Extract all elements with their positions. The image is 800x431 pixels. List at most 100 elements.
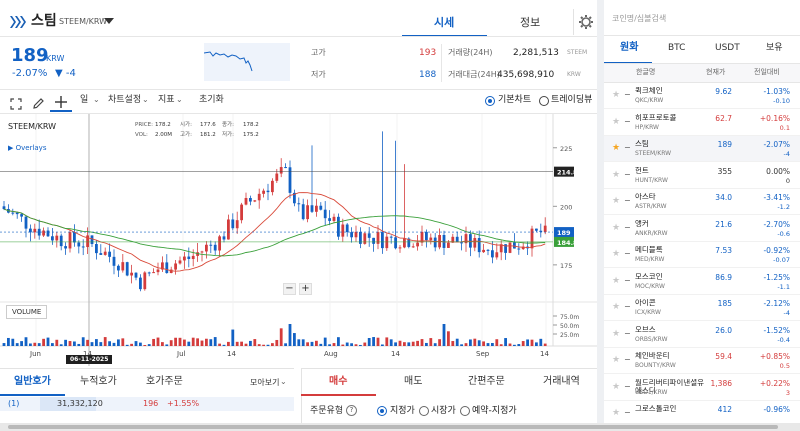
market-row[interactable]: ★ − 헌트 HUNT/KRW 355 0.00% 0 [604, 163, 800, 189]
chart-mini-icon[interactable]: − [624, 409, 631, 417]
volume-bar [266, 344, 270, 346]
tab-orderbook-order[interactable]: 호가주문 [146, 377, 183, 387]
volume-bar [81, 337, 85, 346]
fullscreen-icon[interactable] [10, 95, 22, 110]
crosshair-icon[interactable] [54, 94, 68, 108]
order-type-market-label[interactable]: 시장가 [431, 407, 456, 416]
coin-dropdown-icon[interactable] [104, 18, 114, 24]
scrollbar-thumb[interactable] [8, 425, 778, 429]
volume-bar [108, 341, 111, 346]
market-row[interactable]: ★ − 앵커 ANKR/KRW 21.6 -2.70% -0.6 [604, 216, 800, 242]
tradingview-radio[interactable] [539, 96, 549, 106]
chart-mini-icon[interactable]: − [624, 250, 631, 258]
horizontal-scrollbar[interactable] [0, 423, 800, 431]
order-type-reserve-radio[interactable] [460, 406, 470, 416]
chart-mini-icon[interactable]: − [624, 91, 631, 99]
market-row[interactable]: ★ − 월드리버티파이낸셜유에스디 USD1/KRW 1,386 +0.22% 3 [604, 375, 800, 401]
market-row[interactable]: ★ − 퀵크체인 QKC/KRW 9.62 -1.03% -0.10 [604, 83, 800, 109]
interval-select[interactable]: 일 [80, 96, 88, 105]
favorite-star-icon[interactable]: ★ [612, 117, 620, 127]
favorite-star-icon[interactable]: ★ [612, 409, 620, 418]
favorite-star-icon[interactable]: ★ [612, 170, 620, 180]
chart-mini-icon[interactable]: − [624, 329, 631, 338]
market-row[interactable]: ★ − 아스타 ASTR/KRW 34.0 -3.41% -1.2 [604, 189, 800, 215]
favorite-star-icon[interactable]: ★ [612, 250, 620, 259]
chart-mini-icon[interactable]: − [624, 117, 631, 126]
market-row[interactable]: ★ − 아이콘 ICX/KRW 185 -2.12% -4 [604, 295, 800, 321]
orderbook-view-chevron-down-icon[interactable]: ⌄ [280, 378, 287, 386]
chart-mini-icon[interactable]: − [624, 303, 631, 311]
chart-mini-icon[interactable]: − [624, 144, 631, 152]
favorite-star-icon[interactable]: ★ [612, 223, 620, 233]
market-row[interactable]: ★ − 메디블록 MED/KRW 7.53 -0.92% -0.07 [604, 242, 800, 268]
market-row[interactable]: ★ − 모스코인 MOC/KRW 86.9 -1.25% -1.1 [604, 269, 800, 295]
volume-bar [323, 337, 327, 346]
overlays-toggle[interactable]: ▶ Overlays [8, 145, 46, 152]
market-tab-krw[interactable]: 원화 [620, 43, 638, 53]
chart-mini-icon[interactable]: − [624, 382, 631, 391]
order-type-limit-label[interactable]: 지정가 [390, 407, 415, 416]
reset-button[interactable]: 초기화 [199, 96, 224, 105]
favorite-star-icon[interactable]: ★ [612, 356, 620, 365]
chart-mini-icon[interactable]: − [624, 276, 631, 285]
favorite-star-icon[interactable]: ★ [612, 91, 620, 100]
volume-bar [29, 343, 32, 346]
tab-simple-order[interactable]: 간편주문 [468, 377, 505, 387]
tab-orderbook-cumulative[interactable]: 누적호가 [80, 377, 117, 387]
chart-mini-icon[interactable]: − [624, 223, 631, 232]
indicators-button[interactable]: 지표 [158, 96, 175, 105]
market-tab-holdings[interactable]: 보유 [766, 44, 783, 53]
zoom-out-button[interactable]: − [283, 283, 296, 295]
column-name-header[interactable]: 한글명 [636, 69, 655, 76]
help-icon[interactable]: ? [346, 405, 357, 416]
basic-chart-label[interactable]: 기본차트 [498, 96, 531, 105]
market-tab-usdt[interactable]: USDT [715, 44, 740, 53]
market-row[interactable]: ★ − 체인바운티 BOUNTY/KRW 59.4 +0.85% 0.5 [604, 348, 800, 374]
tab-trade-history[interactable]: 거래내역 [543, 377, 580, 387]
chart-mini-icon[interactable]: − [624, 356, 631, 364]
tab-sell[interactable]: 매도 [404, 377, 422, 387]
favorite-star-icon[interactable]: ★ [612, 329, 620, 339]
tab-orderbook-general[interactable]: 일반호가 [14, 377, 51, 387]
chart-mini-icon[interactable]: − [624, 170, 631, 179]
favorite-star-icon[interactable]: ★ [612, 276, 620, 286]
chart-settings-button[interactable]: 차트설정 [108, 96, 141, 105]
tab-info[interactable]: 정보 [520, 17, 540, 28]
tradingview-label[interactable]: 트레이딩뷰 [551, 96, 592, 105]
coin-price: 62.7 [715, 113, 732, 123]
candlestick-chart[interactable]: 225200175Jun 14 Jul 14 Aug 14 Sep 14214.8189184… [0, 114, 597, 366]
tab-buy[interactable]: 매수 [329, 377, 347, 387]
coin-symbol: HP/KRW [635, 123, 659, 131]
favorite-star-icon[interactable]: ★ [612, 382, 620, 392]
candle-body [253, 200, 257, 202]
volume-bar [271, 343, 274, 346]
coin-symbol: USD1/KRW [635, 388, 668, 396]
favorite-star-icon[interactable]: ★ [612, 197, 620, 206]
interval-chevron-down-icon[interactable]: ⌄ [93, 96, 100, 104]
order-type-limit-radio[interactable] [377, 406, 387, 416]
volume-bar [165, 344, 169, 346]
market-row[interactable]: ★ − 히포프로토콜 HP/KRW 62.7 +0.16% 0.1 [604, 110, 800, 136]
market-tab-btc[interactable]: BTC [668, 44, 685, 53]
market-row[interactable]: ★ − 스팀 STEEM/KRW 189 -2.07% -4 [604, 136, 800, 162]
order-type-reserve-label[interactable]: 예약-지정가 [472, 407, 517, 416]
chart-settings-chevron-down-icon[interactable]: ⌄ [142, 96, 149, 104]
basic-chart-radio[interactable] [485, 96, 495, 106]
zoom-in-button[interactable]: + [299, 283, 312, 295]
favorite-star-icon[interactable]: ★ [612, 303, 620, 312]
volume-bar [319, 343, 323, 346]
draw-pencil-icon[interactable] [32, 95, 45, 109]
indicators-chevron-down-icon[interactable]: ⌄ [176, 96, 183, 104]
coin-change-amount: -4 [783, 309, 790, 317]
tab-price[interactable]: 시세 [434, 17, 454, 28]
order-type-market-radio[interactable] [419, 406, 429, 416]
overlays-label[interactable]: Overlays [16, 144, 47, 152]
column-price-header[interactable]: 현재가 [706, 69, 725, 76]
orderbook-view-select[interactable]: 모아보기 [250, 379, 279, 387]
chart-mini-icon[interactable]: − [624, 197, 631, 205]
coin-search-input[interactable]: 코인명/심볼검색 [604, 0, 800, 36]
favorite-star-icon[interactable]: ★ [612, 144, 620, 153]
column-change-header[interactable]: 전일대비 [754, 69, 780, 76]
settings-gear-icon[interactable] [573, 9, 597, 35]
market-row[interactable]: ★ − 오브스 ORBS/KRW 26.0 -1.52% -0.4 [604, 322, 800, 348]
